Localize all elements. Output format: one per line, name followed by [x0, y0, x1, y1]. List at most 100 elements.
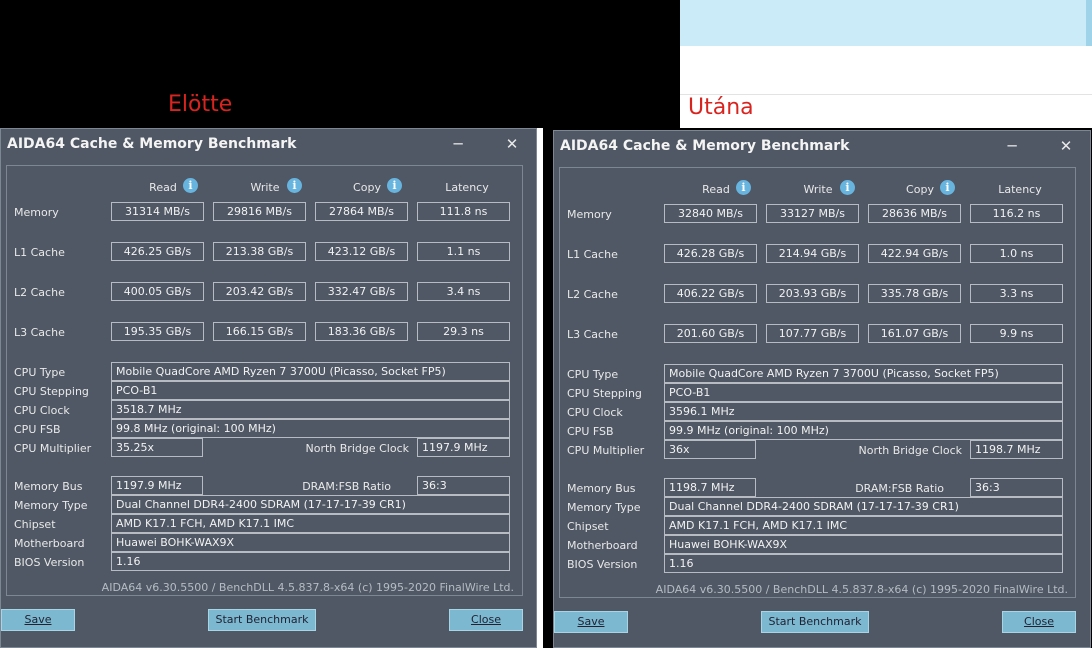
dram-ratio-value: 36:3 [417, 476, 510, 495]
minimize-icon[interactable]: ─ [444, 133, 472, 155]
header-latency: Latency [445, 181, 489, 194]
cpu-type-value: Mobile QuadCore AMD Ryzen 7 3700U (Picas… [664, 364, 1063, 383]
close-icon[interactable]: ✕ [498, 133, 526, 155]
bios-value: 1.16 [111, 552, 510, 571]
l1-cache-copy-value: 422.94 GB/s [868, 244, 961, 263]
l2-cache-read-value: 400.05 GB/s [111, 282, 204, 301]
window-title: AIDA64 Cache & Memory Benchmark [7, 136, 297, 152]
info-write-icon[interactable]: i [287, 178, 302, 193]
save-label: Save [577, 615, 605, 628]
label-cpu-multiplier: CPU Multiplier [14, 442, 92, 455]
info-write-icon[interactable]: i [840, 180, 855, 195]
info-copy-icon[interactable]: i [387, 178, 402, 193]
label-l2-cache: L2 Cache [567, 288, 618, 301]
label-l1-cache: L1 Cache [14, 246, 65, 259]
label-cpu-fsb: CPU FSB [14, 423, 61, 436]
label-bios: BIOS Version [14, 556, 85, 569]
label-memory: Memory [14, 206, 59, 219]
save-button[interactable]: Save [1, 609, 75, 631]
info-read-icon[interactable]: i [183, 178, 198, 193]
save-button[interactable]: Save [554, 611, 628, 633]
label-nb-clock: North Bridge Clock [305, 442, 409, 455]
memory-read-value: 31314 MB/s [111, 202, 204, 221]
l2-cache-write-value: 203.93 GB/s [766, 284, 859, 303]
info-read-icon[interactable]: i [736, 180, 751, 195]
nb-clock-value: 1198.7 MHz [970, 440, 1063, 459]
memory-type-value: Dual Channel DDR4-2400 SDRAM (17-17-17-3… [664, 497, 1063, 516]
cpu-stepping-value: PCO-B1 [664, 383, 1063, 402]
memory-copy-value: 27864 MB/s [315, 202, 408, 221]
chipset-value: AMD K17.1 FCH, AMD K17.1 IMC [111, 514, 510, 533]
memory-copy-value: 28636 MB/s [868, 204, 961, 223]
bios-value: 1.16 [664, 554, 1063, 573]
save-label: Save [24, 613, 52, 626]
label-l1-cache: L1 Cache [567, 248, 618, 261]
cpu-multiplier-value: 36x [664, 440, 756, 459]
label-dram-ratio: DRAM:FSB Ratio [302, 480, 391, 493]
chipset-value: AMD K17.1 FCH, AMD K17.1 IMC [664, 516, 1063, 535]
cpu-stepping-value: PCO-B1 [111, 381, 510, 400]
title-bar[interactable]: AIDA64 Cache & Memory Benchmark ─ ✕ [554, 131, 1090, 161]
right-background-top [680, 0, 1092, 46]
version-footer: AIDA64 v6.30.5500 / BenchDLL 4.5.837.8-x… [101, 581, 514, 594]
l2-cache-write-value: 203.42 GB/s [213, 282, 306, 301]
cpu-fsb-value: 99.9 MHz (original: 100 MHz) [664, 421, 1063, 440]
l3-cache-read-value: 195.35 GB/s [111, 322, 204, 341]
label-nb-clock: North Bridge Clock [858, 444, 962, 457]
label-l2-cache: L2 Cache [14, 286, 65, 299]
l3-cache-copy-value: 183.36 GB/s [315, 322, 408, 341]
label-l3-cache: L3 Cache [567, 328, 618, 341]
l2-cache-copy-value: 332.47 GB/s [315, 282, 408, 301]
memory-bus-value: 1197.9 MHz [111, 476, 203, 495]
label-cpu-type: CPU Type [567, 368, 619, 381]
label-memory: Memory [567, 208, 612, 221]
label-dram-ratio: DRAM:FSB Ratio [855, 482, 944, 495]
close-label: Close [1024, 615, 1054, 628]
label-cpu-stepping: CPU Stepping [14, 385, 89, 398]
l1-cache-read-value: 426.25 GB/s [111, 242, 204, 261]
label-motherboard: Motherboard [14, 537, 85, 550]
header-latency: Latency [998, 183, 1042, 196]
close-button[interactable]: Close [449, 609, 523, 631]
label-chipset: Chipset [567, 520, 609, 533]
l1-cache-write-value: 214.94 GB/s [766, 244, 859, 263]
cpu-multiplier-value: 35.25x [111, 438, 203, 457]
window-title: AIDA64 Cache & Memory Benchmark [560, 138, 850, 154]
memory-bus-value: 1198.7 MHz [664, 478, 756, 497]
label-cpu-type: CPU Type [14, 366, 66, 379]
label-memory-type: Memory Type [567, 501, 641, 514]
memory-latency-value: 116.2 ns [970, 204, 1063, 223]
label-cpu-clock: CPU Clock [567, 406, 623, 419]
close-label: Close [471, 613, 501, 626]
label-memory-bus: Memory Bus [567, 482, 636, 495]
close-icon[interactable]: ✕ [1052, 135, 1080, 157]
cpu-clock-value: 3518.7 MHz [111, 400, 510, 419]
version-footer: AIDA64 v6.30.5500 / BenchDLL 4.5.837.8-x… [655, 583, 1068, 596]
l1-cache-write-value: 213.38 GB/s [213, 242, 306, 261]
label-motherboard: Motherboard [567, 539, 638, 552]
window-gap [537, 128, 543, 648]
l3-cache-latency-value: 9.9 ns [970, 324, 1063, 343]
minimize-icon[interactable]: ─ [998, 135, 1026, 157]
start-benchmark-button[interactable]: Start Benchmark [761, 611, 869, 633]
label-memory-type: Memory Type [14, 499, 88, 512]
label-chipset: Chipset [14, 518, 56, 531]
label-l3-cache: L3 Cache [14, 326, 65, 339]
memory-write-value: 33127 MB/s [766, 204, 859, 223]
label-cpu-clock: CPU Clock [14, 404, 70, 417]
info-copy-icon[interactable]: i [940, 180, 955, 195]
memory-type-value: Dual Channel DDR4-2400 SDRAM (17-17-17-3… [111, 495, 510, 514]
label-cpu-multiplier: CPU Multiplier [567, 444, 645, 457]
l2-cache-read-value: 406.22 GB/s [664, 284, 757, 303]
close-button[interactable]: Close [1002, 611, 1076, 633]
window-before: AIDA64 Cache & Memory Benchmark ─ ✕ Read… [0, 128, 537, 648]
l2-cache-latency-value: 3.3 ns [970, 284, 1063, 303]
label-memory-bus: Memory Bus [14, 480, 83, 493]
start-benchmark-button[interactable]: Start Benchmark [208, 609, 316, 631]
memory-read-value: 32840 MB/s [664, 204, 757, 223]
motherboard-value: Huawei BOHK-WAX9X [111, 533, 510, 552]
l2-cache-latency-value: 3.4 ns [417, 282, 510, 301]
l2-cache-copy-value: 335.78 GB/s [868, 284, 961, 303]
l1-cache-latency-value: 1.1 ns [417, 242, 510, 261]
title-bar[interactable]: AIDA64 Cache & Memory Benchmark ─ ✕ [1, 129, 536, 159]
